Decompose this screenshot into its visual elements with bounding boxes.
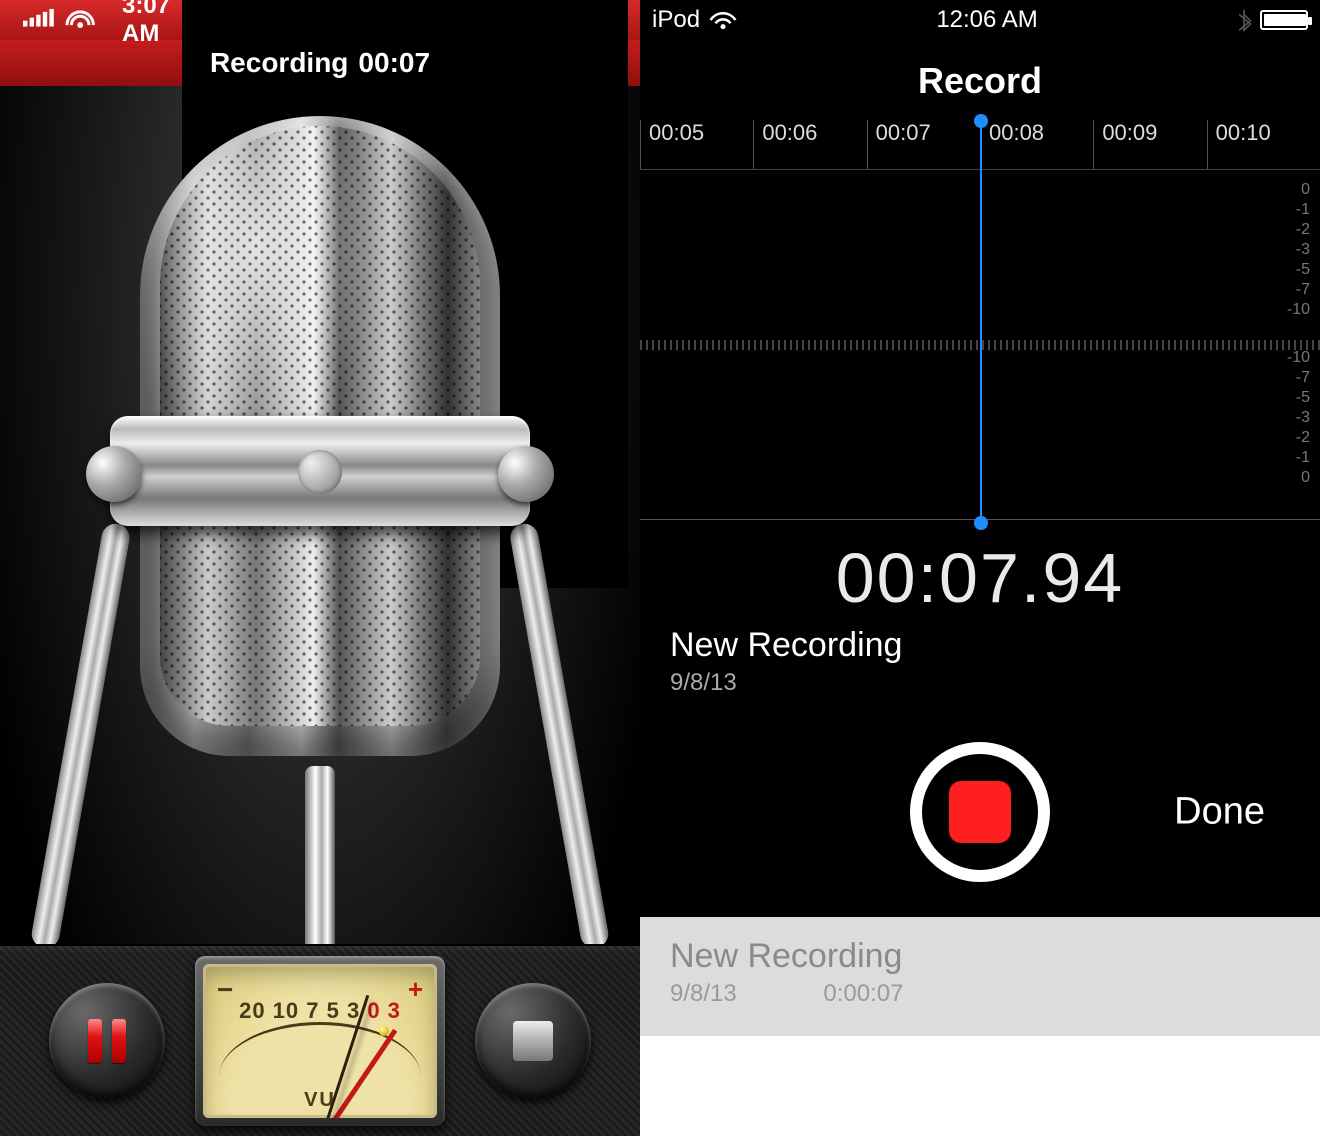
done-button[interactable]: Done [1174, 791, 1265, 834]
vu-unit: VU [203, 1089, 437, 1112]
pause-icon [88, 1019, 126, 1063]
list-item-title: New Recording [670, 937, 1290, 976]
playhead-indicator[interactable] [980, 120, 982, 523]
db-scale-top: 0-1-2 -3-5-7 -10 [1287, 180, 1310, 320]
ruler-tick: 00:08 [980, 120, 1093, 169]
ruler-tick: 00:10 [1207, 120, 1320, 169]
status-bar: iPod 12:06 AM [640, 0, 1320, 40]
status-bar: 3:07 AM 88% [0, 0, 640, 40]
time-counter: 00:07.94 [640, 520, 1320, 626]
signal-wifi-icons [12, 6, 122, 35]
recording-date: 9/8/13 [670, 669, 1290, 697]
ios6-voice-memos-screen: 3:07 AM 88% Recording 00:07 − + 20 [0, 0, 640, 1136]
stop-icon [949, 781, 1011, 843]
pause-button[interactable] [49, 983, 165, 1099]
ruler-tick: 00:07 [867, 120, 980, 169]
microphone-icon [110, 116, 530, 996]
stop-record-button[interactable] [910, 742, 1050, 882]
db-scale-bottom: -10-7-5 -3-2-1 0 [1287, 348, 1310, 488]
recording-name: New Recording [670, 626, 1290, 665]
recordings-list: New Recording 9/8/13 0:00:07 [640, 917, 1320, 1136]
recording-meta: New Recording 9/8/13 [640, 626, 1320, 707]
ruler-tick: 00:06 [753, 120, 866, 169]
bluetooth-icon [1236, 8, 1252, 32]
page-title: Record [640, 40, 1320, 120]
list-item[interactable]: New Recording 9/8/13 0:00:07 [640, 917, 1320, 1036]
vu-scale: 20 10 7 5 3 0 3 [203, 998, 437, 1024]
carrier-label: iPod [652, 6, 700, 34]
ruler-tick: 00:05 [640, 120, 753, 169]
control-dock: − + 20 10 7 5 3 0 3 VU [0, 944, 640, 1136]
stop-icon [513, 1021, 553, 1061]
recording-elapsed: 00:07 [358, 47, 430, 79]
microphone-area [0, 86, 640, 976]
stop-button[interactable] [475, 983, 591, 1099]
recording-label: Recording [210, 47, 348, 79]
list-item-duration: 0:00:07 [823, 980, 903, 1008]
battery-icon [1260, 10, 1308, 30]
ios7-voice-memos-screen: iPod 12:06 AM Record 00:05 00:06 00:07 0… [640, 0, 1320, 1136]
clock: 3:07 AM [122, 0, 182, 48]
clock: 12:06 AM [936, 6, 1037, 34]
controls-row: Done [640, 707, 1320, 917]
list-item-date: 9/8/13 [670, 980, 737, 1008]
wifi-icon [708, 10, 738, 30]
ruler-tick: 00:09 [1093, 120, 1206, 169]
waveform-area[interactable]: 0-1-2 -3-5-7 -10 -10-7-5 -3-2-1 0 [640, 170, 1320, 520]
vu-meter: − + 20 10 7 5 3 0 3 VU [195, 956, 445, 1126]
